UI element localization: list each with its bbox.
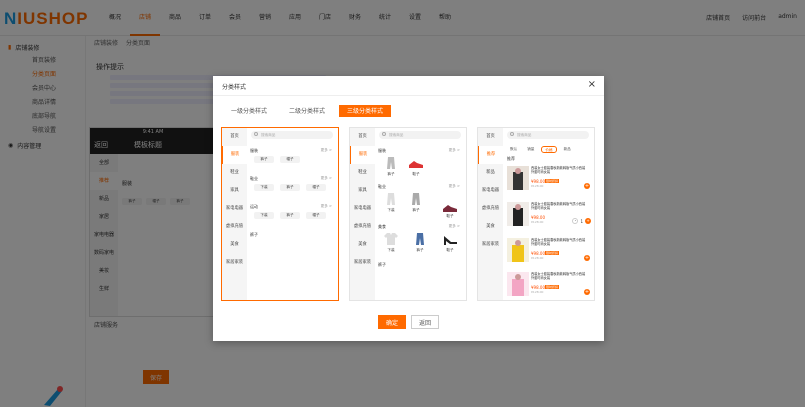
pants-icon [387,193,395,205]
pants-icon [412,193,420,205]
style-option-3[interactable]: 首页 推荐 新品 家电电器 虚拟充值 美食 家居家装 搜索商品 默认 销量 价格… [477,127,595,301]
sort-price[interactable]: 价格 [541,146,557,153]
dialog-title: 分类样式 [222,84,247,91]
search-input[interactable]: 搜索商品 [507,131,589,139]
product-image [507,166,529,190]
search-icon [510,132,514,136]
search-icon [382,132,386,136]
product-image [507,272,529,296]
category-list: 首页 推荐 新品 家电电器 虚拟充值 美食 家居家装 [478,128,503,300]
tab-level1[interactable]: 一级分类样式 [222,104,276,118]
search-icon [254,132,258,136]
add-cart-icon[interactable]: + [584,289,590,295]
add-cart-icon[interactable]: + [584,255,590,261]
category-list: 首页 服装 鞋业 家具 家电电器 虚拟充值 美食 家居家装 [222,128,247,300]
sort-sales[interactable]: 销量 [524,146,537,153]
product-image [507,202,529,226]
chip[interactable]: 裤子 [254,156,274,163]
product-image [507,238,529,262]
sort-default[interactable]: 默认 [507,146,520,153]
cancel-button[interactable]: 返回 [411,315,439,329]
pants-icon [387,157,395,169]
chip[interactable]: 帽子 [306,184,326,191]
heel-icon [444,236,457,245]
category-style-dialog: 分类样式 × 一级分类样式 二级分类样式 三级分类样式 首页 服装 鞋业 家具 … [213,76,604,341]
minus-icon[interactable]: - [572,218,579,224]
chip[interactable]: 裤子 [280,212,300,219]
product-item[interactable]: 西装女士套装春秋新款韩版气质小西装外套时尚女装 ¥98.00 限时折扣 ¥128… [507,166,591,196]
product-item[interactable]: 西装女士套装春秋新款韩版气质小西装外套时尚女装 ¥98.00 ¥128.00 -… [507,202,591,232]
product-item[interactable]: 西装女士套装春秋新款韩版气质小西装外套时尚女装 ¥98.00 限时折扣 ¥128… [507,238,591,268]
quantity-stepper[interactable]: - 1 + [572,218,591,224]
chip[interactable]: 帽子 [306,212,326,219]
shirt-icon [384,233,398,245]
chip[interactable]: 下装 [254,184,274,191]
tab-level3[interactable]: 三级分类样式 [338,104,392,118]
style-option-2[interactable]: 首页 服装 鞋业 家具 家电电器 虚拟充值 美食 家居家装 搜索商品 服装 更多… [349,127,467,301]
dialog-header: 分类样式 × [213,76,604,96]
product-item[interactable]: 西装女士套装春秋新款韩版气质小西装外套时尚女装 ¥98.00 限时折扣 ¥128… [507,272,591,300]
tab-level2[interactable]: 二级分类样式 [280,104,334,118]
category-list: 首页 服装 鞋业 家具 家电电器 虚拟充值 美食 家居家装 [350,128,375,300]
plus-icon[interactable]: + [585,218,591,224]
close-icon[interactable]: × [588,79,596,91]
chip[interactable]: 裤子 [280,184,300,191]
add-cart-icon[interactable]: + [584,183,590,189]
search-input[interactable]: 搜索商品 [379,131,461,139]
chip[interactable]: 帽子 [280,156,300,163]
jeans-icon [416,233,424,245]
sort-new[interactable]: 新品 [561,146,574,153]
style-tabs: 一级分类样式 二级分类样式 三级分类样式 [222,104,392,118]
style-option-1[interactable]: 首页 服装 鞋业 家具 家电电器 虚拟充值 美食 家居家装 搜索商品 服装 更多… [221,127,339,301]
shoe-icon [409,161,423,168]
sort-tabs: 默认 销量 价格 新品 [507,146,574,153]
search-input[interactable]: 搜索商品 [251,131,333,139]
shoe-icon [443,205,457,212]
chip[interactable]: 下装 [254,212,274,219]
confirm-button[interactable]: 确定 [378,315,406,329]
